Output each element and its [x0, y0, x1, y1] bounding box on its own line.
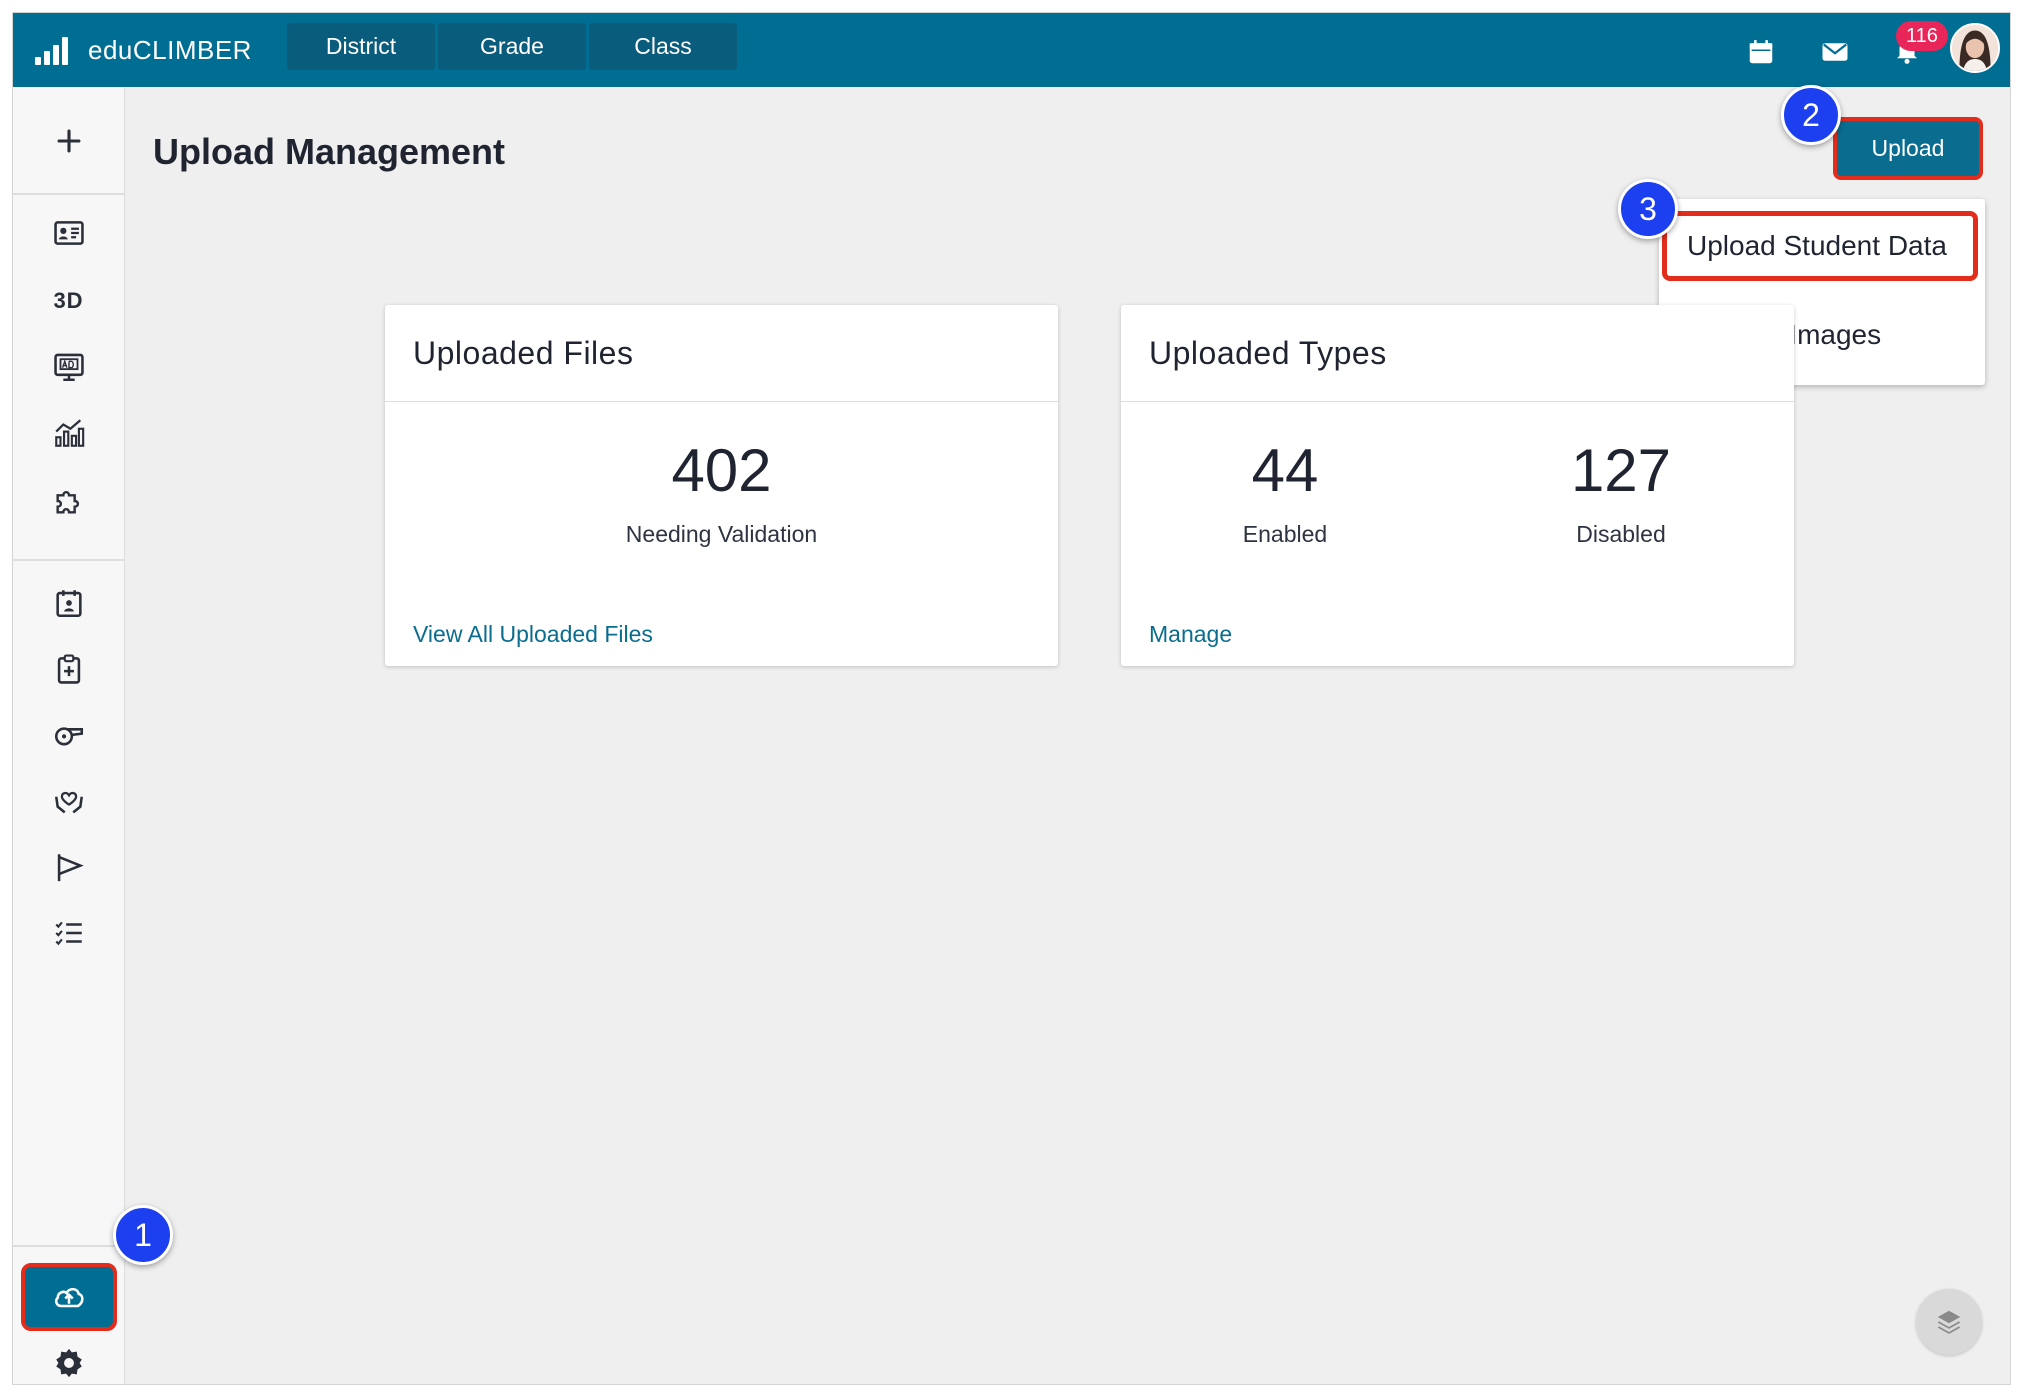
plus-icon [57, 129, 80, 153]
layers-button[interactable] [1916, 1289, 1982, 1355]
sidebar-item-3d[interactable]: 3D [13, 277, 124, 325]
sidebar-item-flags[interactable] [13, 843, 124, 891]
sidebar: 3D [13, 87, 125, 1384]
card-divider [1121, 401, 1794, 402]
mail-icon[interactable] [1820, 37, 1850, 67]
heart-hands-icon [54, 791, 83, 814]
sidebar-item-puzzle[interactable] [13, 477, 124, 525]
card-title: Uploaded Files [413, 334, 634, 371]
files-stat: 402 Needing Validation [385, 441, 1058, 548]
uploaded-files-card: Uploaded Files 402 Needing Validation Vi… [385, 305, 1058, 666]
sidebar-divider [13, 559, 124, 561]
files-count-label: Needing Validation [625, 521, 818, 547]
monitor-ad-icon [53, 353, 84, 382]
menu-item-upload-student-data[interactable]: Upload Student Data [1662, 211, 1978, 281]
notification-badge: 116 [1896, 21, 1948, 51]
layers-icon [1937, 1310, 1961, 1334]
tab-class[interactable]: Class [589, 23, 737, 70]
sidebar-item-schedule[interactable] [13, 579, 124, 627]
step-callout-3: 3 [1618, 179, 1678, 239]
bar-chart-logo-icon [35, 36, 68, 65]
card-divider [385, 401, 1058, 402]
sidebar-item-students[interactable] [13, 209, 124, 257]
clipboard-plus-icon [57, 654, 80, 684]
whistle-icon [54, 727, 83, 746]
calendar-person-icon [55, 590, 82, 618]
card-title: Uploaded Types [1149, 334, 1387, 371]
user-portrait-icon [1952, 25, 1998, 71]
sidebar-item-analytics[interactable] [13, 409, 124, 457]
disabled-count: 127 [1570, 437, 1672, 504]
checklist-icon [54, 921, 82, 946]
uploaded-types-card: Uploaded Types 44 Enabled 127 Disabled M… [1121, 305, 1794, 666]
sidebar-item-3d-label: 3D [53, 288, 84, 313]
user-avatar[interactable] [1950, 23, 2000, 73]
step-callout-1: 1 [113, 1205, 173, 1265]
add-button[interactable] [13, 119, 124, 163]
sidebar-item-tasks[interactable] [13, 909, 124, 957]
manage-link[interactable]: Manage [1149, 621, 1232, 648]
sidebar-divider [13, 1245, 124, 1247]
gear-icon [55, 1348, 82, 1378]
upload-management-button[interactable] [21, 1263, 117, 1331]
sidebar-item-ad[interactable] [13, 343, 124, 391]
analytics-chart-icon [54, 419, 84, 447]
view-all-uploaded-files-link[interactable]: View All Uploaded Files [413, 621, 653, 648]
sidebar-divider [13, 193, 124, 195]
sidebar-item-behavior[interactable] [13, 711, 124, 759]
sidebar-item-settings[interactable] [13, 1341, 124, 1384]
enabled-stat: 44 Enabled [1185, 441, 1385, 548]
scope-tabs: District Grade Class [287, 23, 737, 70]
app-name: eduCLIMBER [88, 35, 252, 65]
upload-button[interactable]: Upload [1833, 117, 1983, 180]
sidebar-item-wellness[interactable] [13, 777, 124, 825]
app-window: eduCLIMBER District Grade Class 116 3D U… [12, 12, 2011, 1385]
tab-district[interactable]: District [287, 23, 435, 70]
disabled-stat: 127 Disabled [1521, 441, 1721, 548]
files-count: 402 [671, 437, 772, 504]
page-title: Upload Management [153, 131, 506, 172]
app-logo[interactable]: eduCLIMBER [35, 35, 252, 66]
step-callout-2: 2 [1781, 85, 1841, 145]
flag-icon [57, 854, 84, 882]
enabled-count: 44 [1251, 437, 1319, 504]
enabled-label: Enabled [1242, 521, 1328, 547]
tab-grade[interactable]: Grade [438, 23, 586, 70]
disabled-label: Disabled [1576, 521, 1666, 547]
puzzle-icon [55, 490, 79, 514]
sidebar-item-assessment[interactable] [13, 645, 124, 693]
student-card-icon [53, 221, 84, 245]
calendar-icon[interactable] [1746, 37, 1776, 67]
top-navbar: eduCLIMBER District Grade Class 116 [13, 13, 2010, 87]
cloud-upload-icon [54, 1287, 84, 1308]
